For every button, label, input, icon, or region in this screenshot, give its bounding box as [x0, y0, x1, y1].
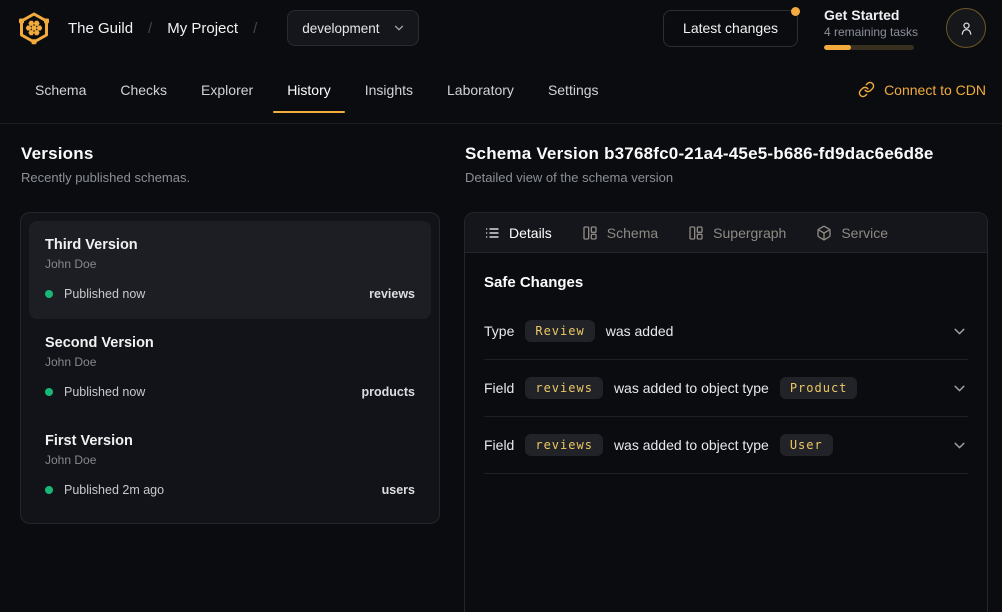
versions-list: Third Version John Doe Published now rev… [20, 212, 440, 524]
published-status-dot [45, 388, 53, 396]
environment-selector[interactable]: development [287, 10, 418, 46]
latest-changes-button[interactable]: Latest changes [663, 10, 798, 47]
get-started-subtitle: 4 remaining tasks [824, 24, 920, 40]
tab-details[interactable]: Details [484, 225, 552, 241]
change-code-badge: Review [525, 320, 594, 342]
tab-service-label: Service [841, 225, 888, 241]
notification-dot [791, 7, 800, 16]
tab-schema[interactable]: Schema [582, 225, 658, 241]
environment-selector-value: development [302, 21, 379, 36]
schema-version-title: Schema Version b3768fc0-21a4-45e5-b686-f… [465, 144, 988, 164]
version-list-item[interactable]: Second Version John Doe Published now pr… [29, 319, 431, 417]
connect-to-cdn-label: Connect to CDN [884, 82, 986, 98]
chevron-down-icon [392, 21, 406, 35]
version-title: Second Version [45, 334, 415, 352]
change-code-badge: reviews [525, 434, 603, 456]
nav-tab-laboratory[interactable]: Laboratory [433, 56, 528, 123]
change-prefix: Field [484, 380, 514, 396]
progress-fill [824, 45, 851, 50]
change-type-badge: Product [780, 377, 858, 399]
breadcrumb-separator: / [148, 20, 152, 37]
link-icon [858, 81, 875, 98]
nav-tab-checks[interactable]: Checks [106, 56, 181, 123]
version-published-time: Published now [64, 287, 145, 301]
top-header: The Guild / My Project / development Lat… [0, 0, 1002, 56]
user-avatar-button[interactable] [946, 8, 986, 48]
chevron-down-icon[interactable] [951, 437, 968, 454]
published-status-dot [45, 290, 53, 298]
connect-to-cdn-button[interactable]: Connect to CDN [858, 56, 986, 123]
version-published-time: Published 2m ago [64, 483, 164, 497]
change-code-badge: reviews [525, 377, 603, 399]
change-row[interactable]: Field reviews was added to object type U… [484, 417, 968, 474]
panels-icon [688, 225, 704, 241]
user-icon [958, 20, 975, 37]
version-author: John Doe [45, 355, 415, 369]
version-service-name: products [362, 385, 415, 399]
tab-supergraph-label: Supergraph [713, 225, 786, 241]
breadcrumb-separator: / [253, 20, 257, 37]
detail-tabs: Details Schema Supergraph [465, 213, 987, 253]
version-author: John Doe [45, 257, 415, 271]
nav-tab-schema[interactable]: Schema [21, 56, 100, 123]
nav-tab-settings[interactable]: Settings [534, 56, 613, 123]
change-type-badge: User [780, 434, 833, 456]
version-service-name: users [382, 483, 415, 497]
tab-details-label: Details [509, 225, 552, 241]
project-nav: SchemaChecksExplorerHistoryInsightsLabor… [0, 56, 1002, 124]
changes-list: Type Review was added Field reviews was … [484, 303, 968, 474]
version-author: John Doe [45, 453, 415, 467]
latest-changes-label: Latest changes [683, 20, 778, 36]
version-meta: Published now reviews [45, 287, 415, 301]
hive-logo-icon[interactable] [16, 10, 52, 46]
tab-service[interactable]: Service [816, 225, 888, 241]
nav-tab-explorer[interactable]: Explorer [187, 56, 267, 123]
breadcrumb-project[interactable]: My Project [167, 20, 238, 37]
version-list-item[interactable]: First Version John Doe Published 2m ago … [29, 417, 431, 515]
version-meta: Published now products [45, 385, 415, 399]
nav-tab-history[interactable]: History [273, 56, 345, 123]
chevron-down-icon[interactable] [951, 323, 968, 340]
schema-version-section: Schema Version b3768fc0-21a4-45e5-b686-f… [464, 144, 988, 612]
get-started-progressbar [824, 45, 914, 50]
list-icon [484, 225, 500, 241]
nav-tab-insights[interactable]: Insights [351, 56, 427, 123]
published-status-dot [45, 486, 53, 494]
version-published-time: Published now [64, 385, 145, 399]
version-meta: Published 2m ago users [45, 483, 415, 497]
change-prefix: Type [484, 323, 514, 339]
cube-icon [816, 225, 832, 241]
schema-version-detail-panel: Details Schema Supergraph [464, 212, 988, 612]
panels-icon [582, 225, 598, 241]
version-service-name: reviews [369, 287, 415, 301]
version-title: First Version [45, 432, 415, 450]
change-row[interactable]: Type Review was added [484, 303, 968, 360]
detail-body: Safe Changes Type Review was added Field… [465, 253, 987, 495]
tab-schema-label: Schema [607, 225, 658, 241]
versions-title: Versions [21, 144, 440, 164]
version-title: Third Version [45, 236, 415, 254]
safe-changes-heading: Safe Changes [484, 274, 968, 291]
versions-section: Versions Recently published schemas. Thi… [20, 144, 440, 612]
chevron-down-icon[interactable] [951, 380, 968, 397]
versions-subtitle: Recently published schemas. [21, 170, 440, 185]
change-description: was added [606, 323, 674, 339]
get-started-title: Get Started [824, 7, 920, 24]
breadcrumb-org[interactable]: The Guild [68, 20, 133, 37]
get-started-widget[interactable]: Get Started 4 remaining tasks [824, 7, 920, 50]
tab-supergraph[interactable]: Supergraph [688, 225, 786, 241]
change-row[interactable]: Field reviews was added to object type P… [484, 360, 968, 417]
change-description: was added to object type [614, 437, 769, 453]
schema-version-subtitle: Detailed view of the schema version [465, 170, 988, 185]
change-prefix: Field [484, 437, 514, 453]
change-description: was added to object type [614, 380, 769, 396]
version-list-item[interactable]: Third Version John Doe Published now rev… [29, 221, 431, 319]
